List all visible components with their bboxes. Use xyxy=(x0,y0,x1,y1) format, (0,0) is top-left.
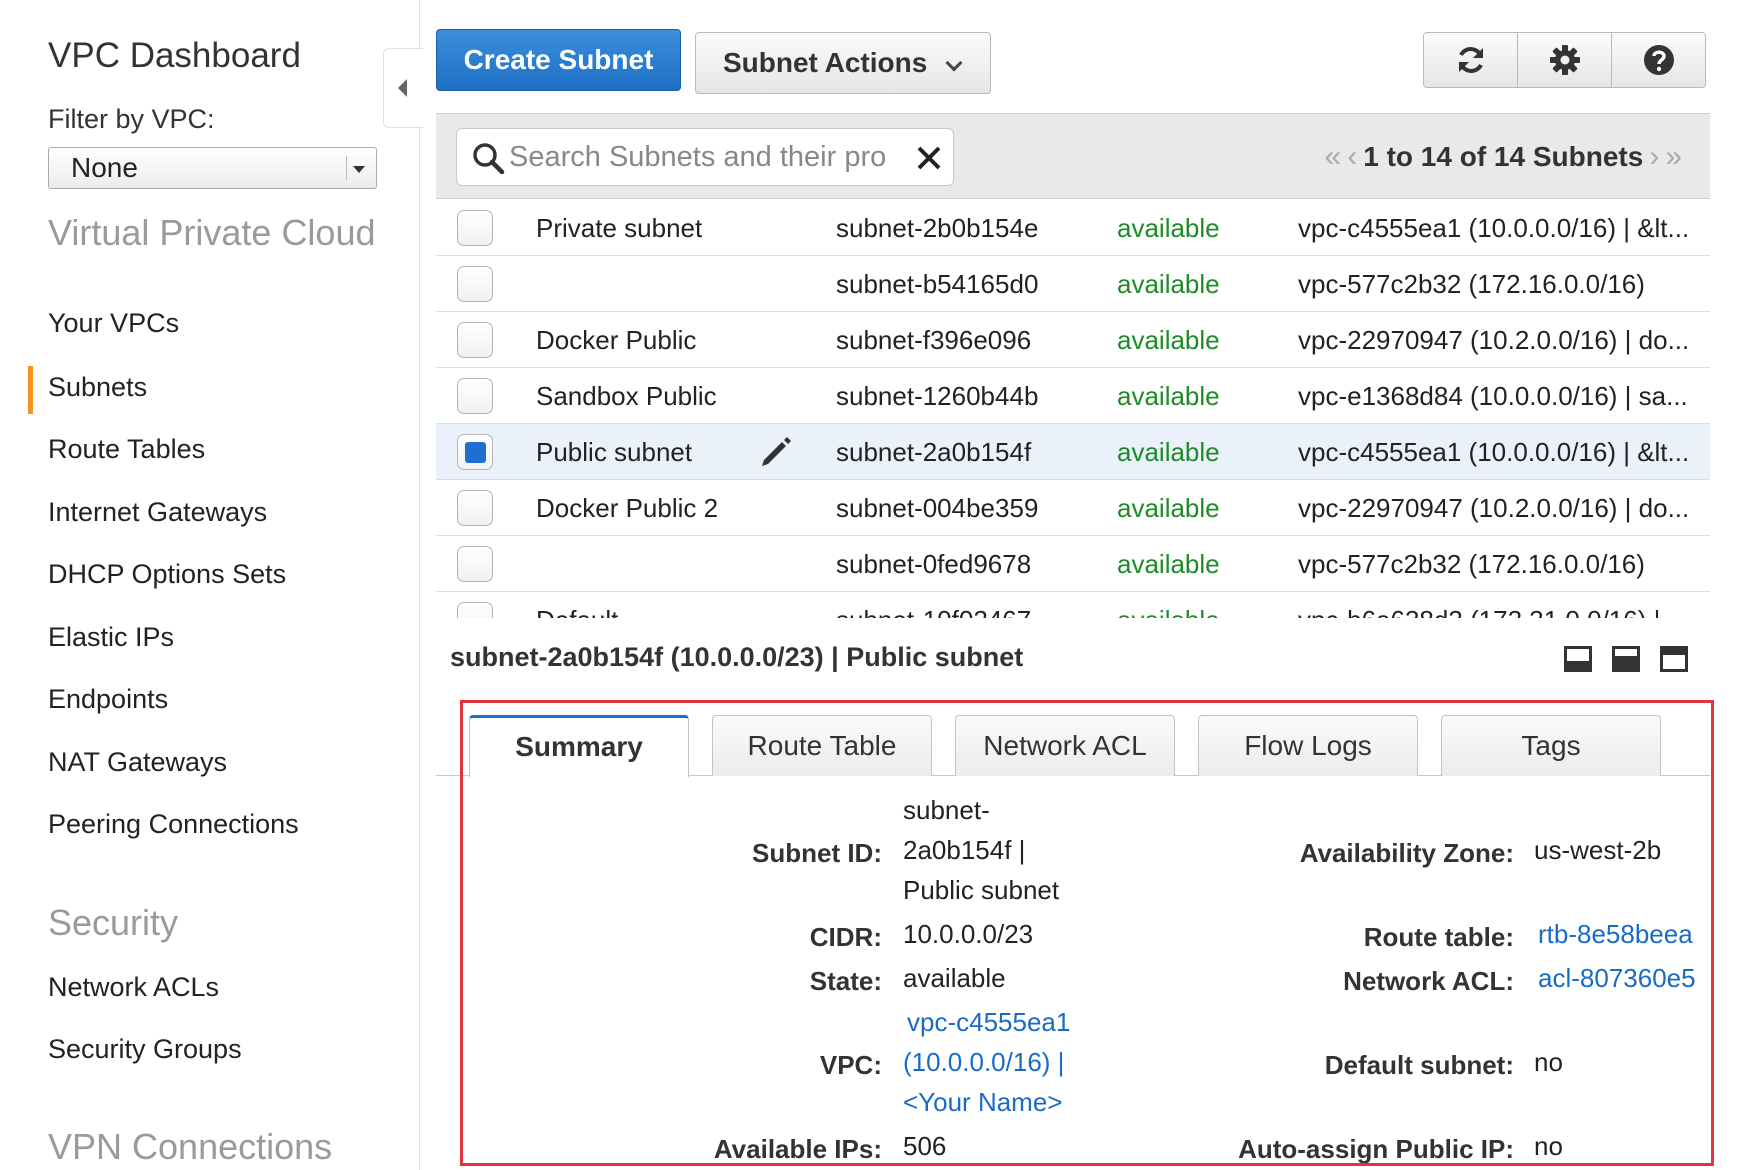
nav-network-acls[interactable]: Network ACLs xyxy=(48,972,219,1003)
cell-subnet-id: subnet-10f02467 xyxy=(836,605,1031,618)
subnet-actions-button[interactable]: Subnet Actions xyxy=(695,32,991,94)
active-nav-indicator xyxy=(28,366,33,414)
section-virtual-private-cloud: Virtual Private Cloud xyxy=(48,212,376,253)
nav-route-tables[interactable]: Route Tables xyxy=(48,434,205,465)
cell-subnet-id: subnet-0fed9678 xyxy=(836,549,1032,579)
cell-state: available xyxy=(1117,605,1220,618)
subnets-table: Private subnet subnet-2b0b154e available… xyxy=(436,200,1710,618)
section-security: Security xyxy=(48,902,179,943)
row-checkbox[interactable] xyxy=(457,490,493,526)
cell-vpc: vpc-c4555ea1 (10.0.0.0/16) | &lt... xyxy=(1298,213,1690,243)
row-checkbox[interactable] xyxy=(457,378,493,414)
cell-state: available xyxy=(1117,325,1220,355)
create-subnet-button[interactable]: Create Subnet xyxy=(436,29,681,91)
cell-state: available xyxy=(1117,381,1220,411)
row-checkbox-checked[interactable] xyxy=(457,434,493,470)
nav-endpoints[interactable]: Endpoints xyxy=(48,684,168,715)
chevron-down-icon xyxy=(945,54,963,72)
table-row[interactable]: Private subnet subnet-2b0b154e available… xyxy=(436,200,1710,256)
cell-state: available xyxy=(1117,437,1220,467)
cell-subnet-id: subnet-1260b44b xyxy=(836,381,1039,411)
search-input[interactable] xyxy=(509,137,909,177)
sidebar-title: VPC Dashboard xyxy=(48,36,301,75)
row-checkbox[interactable] xyxy=(457,602,493,618)
search-icon xyxy=(473,143,505,175)
cell-state: available xyxy=(1117,549,1220,579)
dropdown-arrow-icon xyxy=(346,156,370,180)
next-page-icon[interactable]: › xyxy=(1649,140,1659,174)
cell-vpc: vpc-e1368d84 (10.0.0.0/16) | sa... xyxy=(1298,381,1688,411)
refresh-icon xyxy=(1458,47,1483,73)
table-row[interactable]: Sandbox Public subnet-1260b44b available… xyxy=(436,368,1710,424)
pane-size-controls xyxy=(1564,646,1688,672)
clear-search-icon[interactable] xyxy=(915,144,943,172)
last-page-icon[interactable]: » xyxy=(1665,140,1682,174)
cell-subnet-id: subnet-004be359 xyxy=(836,493,1039,523)
nav-elastic-ips[interactable]: Elastic IPs xyxy=(48,622,174,653)
table-row[interactable]: Docker Public 2 subnet-004be359 availabl… xyxy=(436,480,1710,536)
cell-state: available xyxy=(1117,269,1220,299)
search-box xyxy=(456,128,954,186)
pane-minimize-icon[interactable] xyxy=(1564,646,1592,672)
settings-button[interactable] xyxy=(1518,33,1612,87)
table-row[interactable]: Docker Public subnet-f396e096 available … xyxy=(436,312,1710,368)
highlight-frame xyxy=(460,700,1714,1166)
filter-vpc-select[interactable]: None xyxy=(48,147,377,189)
nav-internet-gateways[interactable]: Internet Gateways xyxy=(48,497,267,528)
filter-label: Filter by VPC: xyxy=(48,104,215,134)
cell-vpc: vpc-22970947 (10.2.0.0/16) | do... xyxy=(1298,493,1690,523)
nav-subnets[interactable]: Subnets xyxy=(48,372,147,403)
cell-subnet-id: subnet-2a0b154f xyxy=(836,437,1032,467)
nav-dhcp-options-sets[interactable]: DHCP Options Sets xyxy=(48,559,286,590)
subnet-actions-label: Subnet Actions xyxy=(723,47,928,78)
cell-name: Private subnet xyxy=(536,213,703,243)
cell-vpc: vpc-577c2b32 (172.16.0.0/16) xyxy=(1298,269,1645,299)
cell-state: available xyxy=(1117,493,1220,523)
cell-state: available xyxy=(1117,213,1220,243)
section-vpn-connections: VPN Connections xyxy=(48,1126,333,1167)
nav-nat-gateways[interactable]: NAT Gateways xyxy=(48,747,227,778)
cell-name: Docker Public 2 xyxy=(536,493,719,523)
pane-half-icon[interactable] xyxy=(1612,646,1640,672)
pane-maximize-icon[interactable] xyxy=(1660,646,1688,672)
nav-your-vpcs[interactable]: Your VPCs xyxy=(48,308,179,339)
row-checkbox[interactable] xyxy=(457,546,493,582)
cell-subnet-id: subnet-f396e096 xyxy=(836,325,1032,355)
pagination-text: 1 to 14 of 14 Subnets xyxy=(1363,141,1644,172)
help-button[interactable] xyxy=(1612,33,1705,87)
row-checkbox[interactable] xyxy=(457,266,493,302)
filter-vpc-value: None xyxy=(71,152,138,183)
cell-vpc: vpc-c4555ea1 (10.0.0.0/16) | &lt... xyxy=(1298,437,1690,467)
table-row[interactable]: Default subnet-10f02467 available vpc-b6… xyxy=(436,592,1710,618)
prev-page-icon[interactable]: ‹ xyxy=(1347,140,1357,174)
cell-subnet-id: subnet-b54165d0 xyxy=(836,269,1039,299)
refresh-button[interactable] xyxy=(1424,33,1518,87)
row-checkbox[interactable] xyxy=(457,322,493,358)
edit-pencil-icon[interactable] xyxy=(758,434,794,470)
cell-subnet-id: subnet-2b0b154e xyxy=(836,213,1039,243)
search-bar: « ‹ 1 to 14 of 14 Subnets › » xyxy=(436,113,1710,199)
table-row[interactable]: subnet-0fed9678 available vpc-577c2b32 (… xyxy=(436,536,1710,592)
cell-name: Default xyxy=(536,605,618,618)
first-page-icon[interactable]: « xyxy=(1325,140,1342,174)
gear-icon xyxy=(1549,45,1580,75)
help-icon xyxy=(1643,45,1674,75)
pagination: « ‹ 1 to 14 of 14 Subnets › » xyxy=(1325,140,1682,174)
cell-name: Sandbox Public xyxy=(536,381,717,411)
cell-name: Public subnet xyxy=(536,437,693,467)
cell-vpc: vpc-577c2b32 (172.16.0.0/16) xyxy=(1298,549,1645,579)
cell-vpc: vpc-b6a638d3 (172.31.0.0/16) | xyxy=(1298,605,1698,618)
sidebar: VPC Dashboard Filter by VPC: None Virtua… xyxy=(0,0,420,1170)
table-row[interactable]: subnet-b54165d0 available vpc-577c2b32 (… xyxy=(436,256,1710,312)
nav-peering-connections[interactable]: Peering Connections xyxy=(48,809,299,840)
nav-security-groups[interactable]: Security Groups xyxy=(48,1034,242,1065)
detail-title: subnet-2a0b154f (10.0.0.0/23) | Public s… xyxy=(450,642,1024,672)
cell-vpc: vpc-22970947 (10.2.0.0/16) | do... xyxy=(1298,325,1690,355)
row-checkbox[interactable] xyxy=(457,210,493,246)
cell-name: Docker Public xyxy=(536,325,697,355)
toolbar-icon-group xyxy=(1423,32,1706,88)
table-row-selected[interactable]: Public subnet subnet-2a0b154f available … xyxy=(436,424,1710,480)
collapse-sidebar-button[interactable] xyxy=(383,48,423,128)
